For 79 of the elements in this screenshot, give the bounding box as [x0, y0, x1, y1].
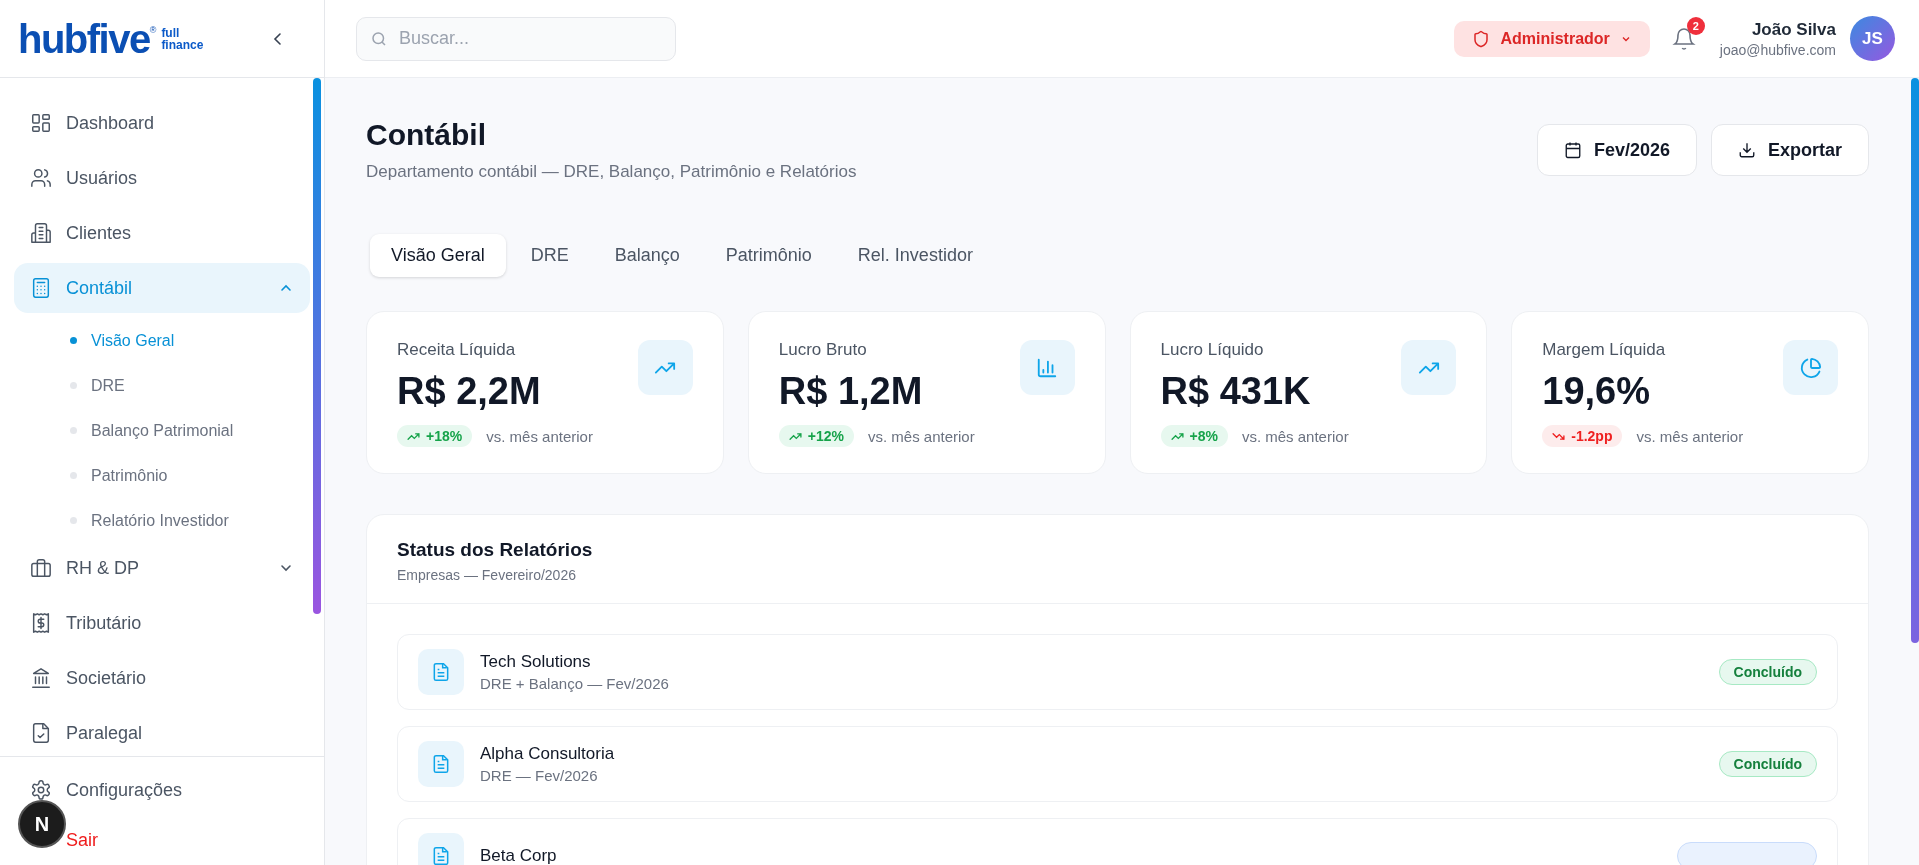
report-detail: DRE — Fev/2026: [480, 767, 599, 784]
document-icon: [418, 649, 464, 695]
shield-icon: [1472, 29, 1491, 48]
company-name: Tech Solutions: [480, 652, 592, 672]
calculator-icon: [30, 277, 52, 299]
change-badge: +8%: [1160, 425, 1228, 447]
scrollbar[interactable]: [1911, 78, 1919, 643]
sidebar-item[interactable]: Clientes: [14, 208, 310, 258]
kpi-icon: [1019, 340, 1075, 395]
change-badge: +18%: [397, 425, 473, 447]
tab[interactable]: Balanço: [593, 234, 701, 277]
page-title: Contábil: [366, 118, 487, 152]
kpi-value: R$ 431K: [1160, 370, 1311, 413]
tab[interactable]: Visão Geral: [370, 234, 506, 277]
panel-title: Status dos Relatórios: [397, 539, 594, 561]
submenu-item[interactable]: Relatório Investidor: [14, 498, 310, 543]
users-icon: [30, 167, 52, 189]
tab[interactable]: Patrimônio: [704, 234, 833, 277]
building-icon: [30, 222, 52, 244]
status-badge: Concluído: [1718, 659, 1817, 685]
kpi-value: R$ 2,2M: [397, 370, 541, 413]
tab[interactable]: DRE: [509, 234, 590, 277]
user-avatar[interactable]: JS: [1850, 16, 1895, 61]
sidebar-item[interactable]: Paralegal: [14, 708, 310, 756]
kpi-label: Lucro Líquido: [1160, 340, 1265, 360]
role-dropdown[interactable]: Administrador: [1454, 20, 1650, 57]
panel-subtitle: Empresas — Fevereiro/2026: [397, 567, 577, 583]
company-name: Beta Corp: [480, 846, 558, 865]
user-email: joao@hubfive.com: [1719, 41, 1836, 58]
bank-icon: [30, 667, 52, 689]
report-detail: DRE + Balanço — Fev/2026: [480, 675, 670, 692]
change-badge: +12%: [778, 425, 854, 447]
comparison-note: vs. mês anterior: [486, 427, 593, 445]
receipt-icon: [30, 612, 52, 634]
settings-link[interactable]: Configurações: [66, 779, 183, 801]
sidebar-item[interactable]: Usuários: [14, 153, 310, 203]
scrollbar[interactable]: [313, 78, 321, 614]
search-field[interactable]: Buscar...: [356, 16, 676, 61]
report-row[interactable]: Beta Corp: [397, 818, 1838, 865]
logout-link[interactable]: Sair: [66, 829, 98, 851]
calendar-icon: [1563, 141, 1582, 159]
notification-count: 2: [1686, 16, 1705, 35]
kpi-value: 19,6%: [1542, 370, 1651, 413]
download-icon: [1737, 141, 1756, 159]
export-button[interactable]: Exportar: [1710, 124, 1869, 176]
kpi-icon: [1783, 340, 1838, 395]
sidebar-item[interactable]: Dashboard: [14, 98, 310, 148]
submenu-item[interactable]: DRE: [14, 363, 310, 408]
change-badge: -1.2pp: [1542, 425, 1623, 447]
report-row[interactable]: Alpha Consultoria DRE — Fev/2026 Concluído: [397, 726, 1838, 802]
grid-icon: [30, 112, 52, 134]
file-check-icon: [30, 722, 52, 744]
document-icon: [418, 741, 464, 787]
comparison-note: vs. mês anterior: [867, 427, 975, 445]
briefcase-icon: [30, 557, 52, 579]
page-subtitle: Departamento contábil — DRE, Balanço, Patrimônio e Relatórios: [366, 162, 857, 182]
kpi-label: Receita Líquida: [397, 340, 517, 360]
kpi-value: R$ 1,2M: [778, 370, 923, 413]
kpi-label: Margem Líquida: [1542, 340, 1666, 360]
sidebar-item[interactable]: Tributário: [14, 598, 310, 648]
submenu-item[interactable]: Patrimônio: [14, 453, 310, 498]
tab[interactable]: Rel. Investidor: [836, 234, 994, 277]
status-badge: Concluído: [1718, 751, 1817, 777]
period-button[interactable]: Fev/2026: [1536, 124, 1697, 176]
comparison-note: vs. mês anterior: [1636, 427, 1744, 445]
kpi-label: Lucro Bruto: [778, 340, 868, 360]
sidebar-item[interactable]: Societário: [14, 653, 310, 703]
user-name: João Silva: [1751, 19, 1836, 40]
search-icon: [370, 29, 388, 48]
submenu-item[interactable]: Visão Geral: [14, 318, 310, 363]
settings-icon: [30, 779, 52, 801]
kpi-icon: [1401, 340, 1457, 395]
comparison-note: vs. mês anterior: [1241, 427, 1349, 445]
company-name: Alpha Consultoria: [480, 744, 616, 764]
report-row[interactable]: Tech Solutions DRE + Balanço — Fev/2026 Concluído: [397, 634, 1838, 710]
sidebar-item[interactable]: RH & DP: [14, 543, 310, 593]
dev-tools-button[interactable]: N: [18, 800, 66, 848]
submenu-item[interactable]: Balanço Patrimonial: [14, 408, 310, 453]
kpi-icon: [637, 340, 693, 395]
